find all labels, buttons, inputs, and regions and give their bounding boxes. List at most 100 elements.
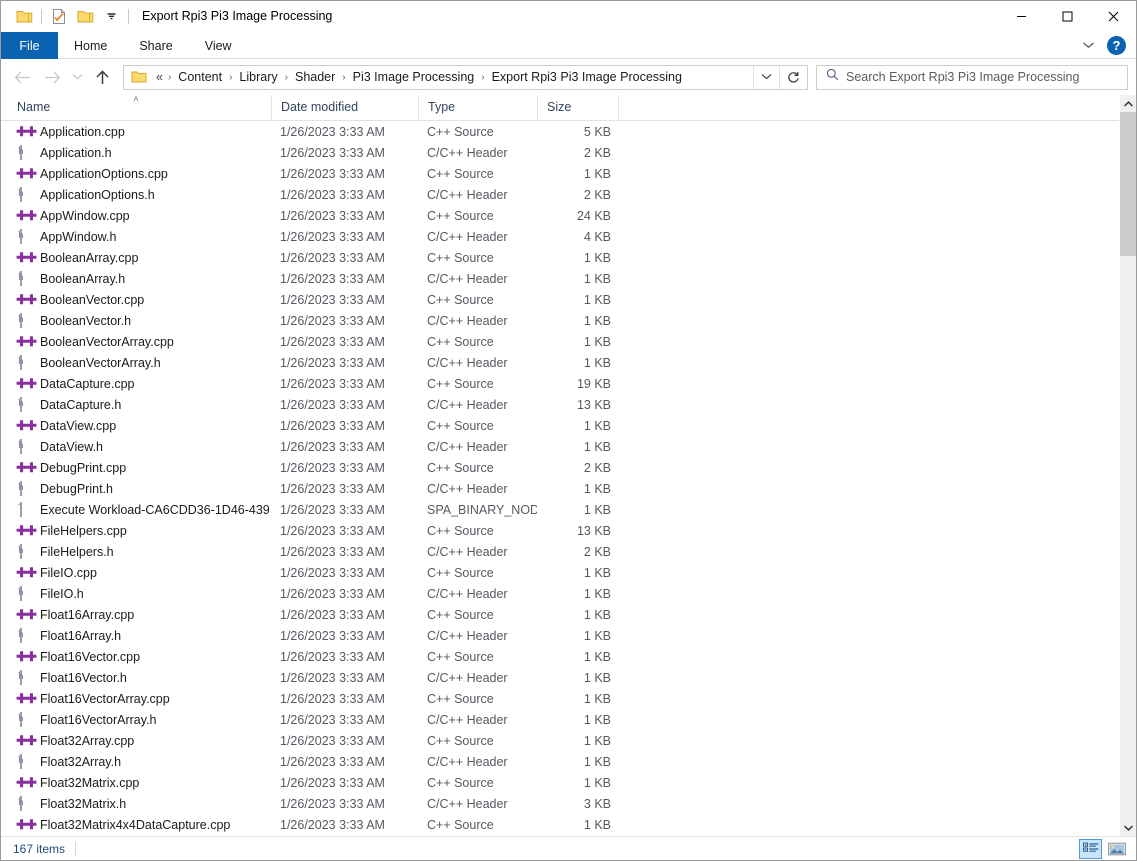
table-row[interactable]: ✚✚ DataCapture.cpp 1/26/2023 3:33 AM C++ So… bbox=[1, 373, 1119, 394]
back-button[interactable] bbox=[7, 62, 37, 92]
file-name-cell[interactable]: h Float16Vector.h bbox=[1, 670, 271, 685]
close-button[interactable] bbox=[1090, 1, 1136, 31]
scrollbar-thumb[interactable] bbox=[1119, 112, 1136, 256]
maximize-button[interactable] bbox=[1044, 1, 1090, 31]
table-row[interactable]: ✚✚ FileHelpers.cpp 1/26/2023 3:33 AM C++ So… bbox=[1, 520, 1119, 541]
table-row[interactable]: h Float16Vector.h 1/26/2023 3:33 AM C/C++ H… bbox=[1, 667, 1119, 688]
file-name-cell[interactable]: ✚✚ BooleanVectorArray.cpp bbox=[1, 334, 271, 349]
file-name-cell[interactable]: ✚✚ Float16VectorArray.cpp bbox=[1, 691, 271, 706]
table-row[interactable]: h BooleanVectorArray.h 1/26/2023 3:33 AM C/… bbox=[1, 352, 1119, 373]
recent-locations-chevron-down-icon[interactable] bbox=[67, 62, 87, 92]
file-name-cell[interactable]: h FileHelpers.h bbox=[1, 544, 271, 559]
table-row[interactable]: h Float32Array.h 1/26/2023 3:33 AM C/C++ He… bbox=[1, 751, 1119, 772]
column-header-type[interactable]: Type bbox=[418, 95, 537, 120]
breadcrumb-separator[interactable]: › bbox=[165, 72, 174, 83]
forward-button[interactable] bbox=[37, 62, 67, 92]
address-dropdown-chevron-down-icon[interactable] bbox=[753, 65, 779, 89]
table-row[interactable]: h FileHelpers.h 1/26/2023 3:33 AM C/C++ Hea… bbox=[1, 541, 1119, 562]
minimize-button[interactable] bbox=[998, 1, 1044, 31]
table-row[interactable]: ✚✚ DataView.cpp 1/26/2023 3:33 AM C++ Sourc… bbox=[1, 415, 1119, 436]
table-row[interactable]: ✚✚ Float16Vector.cpp 1/26/2023 3:33 AM C++ … bbox=[1, 646, 1119, 667]
file-name-cell[interactable]: ✚✚ FileIO.cpp bbox=[1, 565, 271, 580]
large-icons-view-button[interactable] bbox=[1105, 839, 1128, 859]
table-row[interactable]: ✚✚ Float32Matrix.cpp 1/26/2023 3:33 AM C++ … bbox=[1, 772, 1119, 793]
file-name-cell[interactable]: h Float16VectorArray.h bbox=[1, 712, 271, 727]
vertical-scrollbar[interactable] bbox=[1119, 95, 1136, 836]
scroll-down-button[interactable] bbox=[1120, 819, 1137, 836]
breadcrumb-separator[interactable]: › bbox=[478, 72, 487, 83]
file-name-cell[interactable]: h Float16Array.h bbox=[1, 628, 271, 643]
table-row[interactable]: ✚✚ Float16Array.cpp 1/26/2023 3:33 AM C++ S… bbox=[1, 604, 1119, 625]
table-row[interactable]: ✚✚ DebugPrint.cpp 1/26/2023 3:33 AM C++ Sou… bbox=[1, 457, 1119, 478]
table-row[interactable]: ✚✚ Float32Array.cpp 1/26/2023 3:33 AM C++ S… bbox=[1, 730, 1119, 751]
file-name-cell[interactable]: ✚✚ ApplicationOptions.cpp bbox=[1, 166, 271, 181]
file-name-cell[interactable]: h ApplicationOptions.h bbox=[1, 187, 271, 202]
breadcrumb-item-export-rpi3-pi3-image-processing[interactable]: Export Rpi3 Pi3 Image Processing bbox=[488, 68, 686, 86]
file-name-cell[interactable]: Execute Workload-CA6CDD36-1D46-439… bbox=[1, 502, 271, 517]
expand-ribbon-chevron-down-icon[interactable] bbox=[1077, 35, 1099, 57]
tab-view[interactable]: View bbox=[189, 32, 248, 59]
breadcrumb-separator[interactable]: › bbox=[226, 72, 235, 83]
breadcrumb-separator[interactable]: › bbox=[339, 72, 348, 83]
table-row[interactable]: h DataCapture.h 1/26/2023 3:33 AM C/C++ Hea… bbox=[1, 394, 1119, 415]
table-row[interactable]: ✚✚ Float16VectorArray.cpp 1/26/2023 3:33 A… bbox=[1, 688, 1119, 709]
refresh-button[interactable] bbox=[779, 65, 807, 89]
search-box[interactable]: Search Export Rpi3 Pi3 Image Processing bbox=[816, 64, 1128, 90]
column-header-size[interactable]: Size bbox=[537, 95, 618, 120]
table-row[interactable]: h ApplicationOptions.h 1/26/2023 3:33 AM C/… bbox=[1, 184, 1119, 205]
table-row[interactable]: h BooleanArray.h 1/26/2023 3:33 AM C/C++ He… bbox=[1, 268, 1119, 289]
table-row[interactable]: ✚✚ FileIO.cpp 1/26/2023 3:33 AM C++ Source 1… bbox=[1, 562, 1119, 583]
file-name-cell[interactable]: h Application.h bbox=[1, 145, 271, 160]
file-name-cell[interactable]: h DebugPrint.h bbox=[1, 481, 271, 496]
file-list[interactable]: ✚✚ Application.cpp 1/26/2023 3:33 AM C++ So… bbox=[1, 121, 1119, 836]
file-name-cell[interactable]: h BooleanVector.h bbox=[1, 313, 271, 328]
file-name-cell[interactable]: ✚✚ FileHelpers.cpp bbox=[1, 523, 271, 538]
file-name-cell[interactable]: ✚✚ Float16Vector.cpp bbox=[1, 649, 271, 664]
file-name-cell[interactable]: h AppWindow.h bbox=[1, 229, 271, 244]
table-row[interactable]: h FileIO.h 1/26/2023 3:33 AM C/C++ Header 1 … bbox=[1, 583, 1119, 604]
table-row[interactable]: ✚✚ Application.cpp 1/26/2023 3:33 AM C++ So… bbox=[1, 121, 1119, 142]
file-name-cell[interactable]: h DataView.h bbox=[1, 439, 271, 454]
search-input[interactable]: Search Export Rpi3 Pi3 Image Processing bbox=[846, 70, 1079, 84]
file-name-cell[interactable]: ✚✚ AppWindow.cpp bbox=[1, 208, 271, 223]
new-folder-icon[interactable] bbox=[72, 4, 98, 28]
properties-icon[interactable] bbox=[46, 4, 72, 28]
tab-share[interactable]: Share bbox=[123, 32, 188, 59]
scroll-up-button[interactable] bbox=[1120, 95, 1137, 112]
breadcrumb-item-content[interactable]: Content bbox=[174, 68, 226, 86]
file-name-cell[interactable]: h BooleanVectorArray.h bbox=[1, 355, 271, 370]
help-button[interactable]: ? bbox=[1107, 36, 1126, 55]
file-name-cell[interactable]: ✚✚ Float16Array.cpp bbox=[1, 607, 271, 622]
file-name-cell[interactable]: ✚✚ BooleanVector.cpp bbox=[1, 292, 271, 307]
table-row[interactable]: ✚✚ BooleanVector.cpp 1/26/2023 3:33 AM C++ … bbox=[1, 289, 1119, 310]
file-name-cell[interactable]: ✚✚ BooleanArray.cpp bbox=[1, 250, 271, 265]
table-row[interactable]: h Application.h 1/26/2023 3:33 AM C/C++ Hea… bbox=[1, 142, 1119, 163]
tab-home[interactable]: Home bbox=[58, 32, 123, 59]
details-view-button[interactable] bbox=[1079, 838, 1102, 859]
file-name-cell[interactable]: ✚✚ Float32Array.cpp bbox=[1, 733, 271, 748]
table-row[interactable]: h DataView.h 1/26/2023 3:33 AM C/C++ Header… bbox=[1, 436, 1119, 457]
table-row[interactable]: h Float16Array.h 1/26/2023 3:33 AM C/C++ He… bbox=[1, 625, 1119, 646]
file-name-cell[interactable]: h Float32Matrix.h bbox=[1, 796, 271, 811]
file-name-cell[interactable]: ✚✚ Application.cpp bbox=[1, 124, 271, 139]
breadcrumb-item-library[interactable]: Library bbox=[235, 68, 281, 86]
table-row[interactable]: h AppWindow.h 1/26/2023 3:33 AM C/C++ Heade… bbox=[1, 226, 1119, 247]
breadcrumb-separator[interactable]: › bbox=[282, 72, 291, 83]
file-name-cell[interactable]: h BooleanArray.h bbox=[1, 271, 271, 286]
file-name-cell[interactable]: h Float32Array.h bbox=[1, 754, 271, 769]
table-row[interactable]: h Float32Matrix.h 1/26/2023 3:33 AM C/C++ H… bbox=[1, 793, 1119, 814]
file-name-cell[interactable]: ✚✚ Float32Matrix4x4DataCapture.cpp bbox=[1, 817, 271, 832]
table-row[interactable]: h Float16VectorArray.h 1/26/2023 3:33 AM C/… bbox=[1, 709, 1119, 730]
breadcrumb-item-shader[interactable]: Shader bbox=[291, 68, 339, 86]
breadcrumb-bar[interactable]: « › Content › Library › Shader › Pi3 Ima… bbox=[123, 64, 808, 90]
breadcrumb-overflow-icon[interactable]: « bbox=[152, 68, 165, 86]
scrollbar-track[interactable] bbox=[1119, 112, 1136, 819]
tab-file[interactable]: File bbox=[1, 32, 58, 59]
up-button[interactable] bbox=[87, 62, 117, 92]
table-row[interactable]: Execute Workload-CA6CDD36-1D46-439… 1/26/… bbox=[1, 499, 1119, 520]
file-name-cell[interactable]: h FileIO.h bbox=[1, 586, 271, 601]
table-row[interactable]: h DebugPrint.h 1/26/2023 3:33 AM C/C++ Head… bbox=[1, 478, 1119, 499]
file-name-cell[interactable]: ✚✚ Float32Matrix.cpp bbox=[1, 775, 271, 790]
file-name-cell[interactable]: h DataCapture.h bbox=[1, 397, 271, 412]
breadcrumb-item-pi3-image-processing[interactable]: Pi3 Image Processing bbox=[349, 68, 479, 86]
